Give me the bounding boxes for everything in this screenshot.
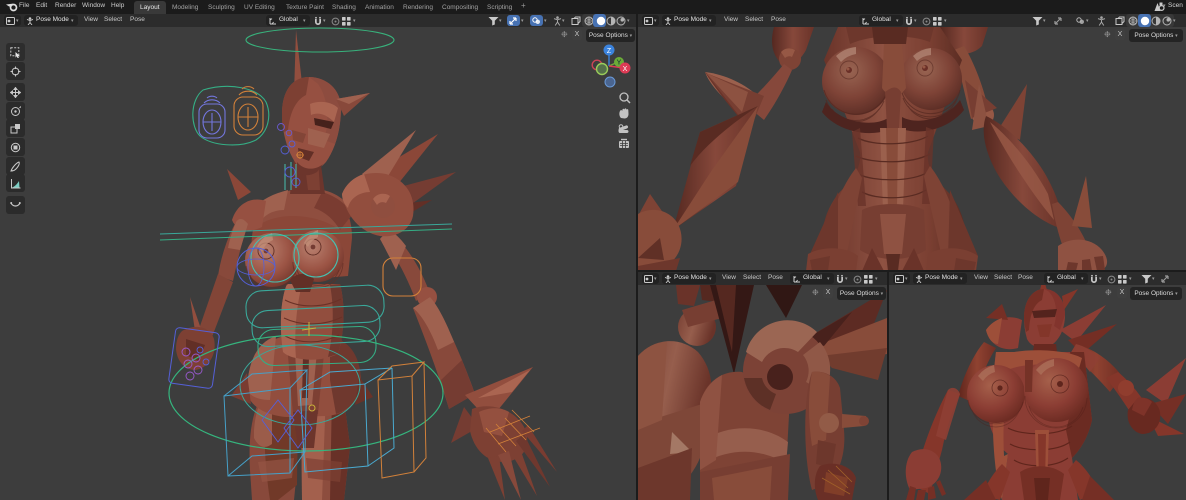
svg-text:Z: Z	[607, 48, 612, 55]
svg-text:X: X	[623, 66, 628, 73]
